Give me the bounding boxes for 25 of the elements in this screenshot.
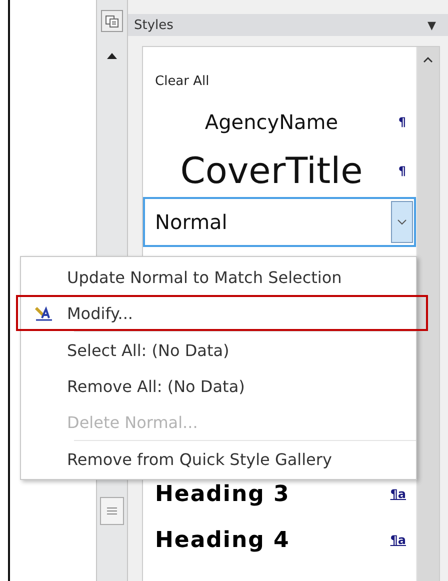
style-item[interactable]: Clear All [155,74,210,88]
scroll-thumb[interactable] [100,497,124,525]
scroll-up-icon[interactable] [106,52,118,60]
menu-item[interactable]: Remove from Quick Style Gallery [16,441,428,477]
style-type-mark: ¶a [390,533,406,547]
pane-menu-button[interactable]: ▼ [428,18,436,32]
menu-item[interactable]: Modify... [16,295,428,331]
paragraph-mark: ¶ [397,164,406,178]
style-type-mark: ¶a [390,487,406,501]
menu-item[interactable]: Update Normal to Match Selection [16,259,428,295]
style-item[interactable]: Heading 3 [155,482,390,506]
chevron-down-icon [397,219,407,225]
menu-item[interactable]: Remove All: (No Data) [16,368,428,404]
pane-title: Styles [134,18,174,32]
scroll-up-icon[interactable] [423,57,433,63]
scrollbar[interactable] [416,47,439,581]
styles-pane-icon [105,14,119,28]
grip-icon [107,507,117,515]
paragraph-mark: ¶ [397,115,406,129]
menu-item[interactable]: Select All: (No Data) [16,332,428,368]
selected-style-item[interactable]: Normal [143,197,416,247]
style-item[interactable]: AgencyName [155,110,388,134]
style-item[interactable]: Heading 4 [155,528,390,552]
style-item[interactable]: CoverTitle [155,150,388,192]
pane-toggle-button[interactable] [101,10,123,32]
